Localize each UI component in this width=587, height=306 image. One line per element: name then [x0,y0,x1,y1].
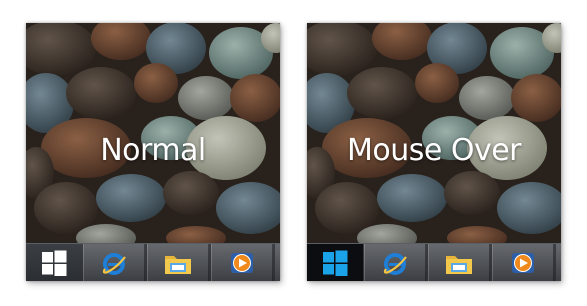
taskbar-item-file-explorer[interactable] [147,244,209,281]
taskbar-item-internet-explorer[interactable] [83,244,145,281]
taskbar [26,243,280,281]
file-explorer-icon [444,249,474,277]
start-button[interactable] [26,244,82,281]
windows-logo-icon [322,250,348,276]
taskbar-item-partial[interactable] [556,244,561,281]
internet-explorer-icon [381,249,409,277]
windows-logo-icon [41,250,67,276]
normal-state-panel: Normal [26,23,280,281]
panel-caption: Normal [100,133,206,168]
taskbar-item-file-explorer[interactable] [428,244,490,281]
taskbar-item-internet-explorer[interactable] [364,244,426,281]
taskbar-item-media-player[interactable] [211,244,273,281]
file-explorer-icon [163,249,193,277]
internet-explorer-icon [100,249,128,277]
taskbar-item-partial[interactable] [275,244,280,281]
mouse-over-state-panel: Mouse Over [307,23,561,281]
media-player-icon [228,249,256,277]
start-button-hovered[interactable] [307,244,363,281]
panel-caption: Mouse Over [346,133,522,168]
taskbar [307,243,561,281]
media-player-icon [509,249,537,277]
taskbar-item-media-player[interactable] [492,244,554,281]
